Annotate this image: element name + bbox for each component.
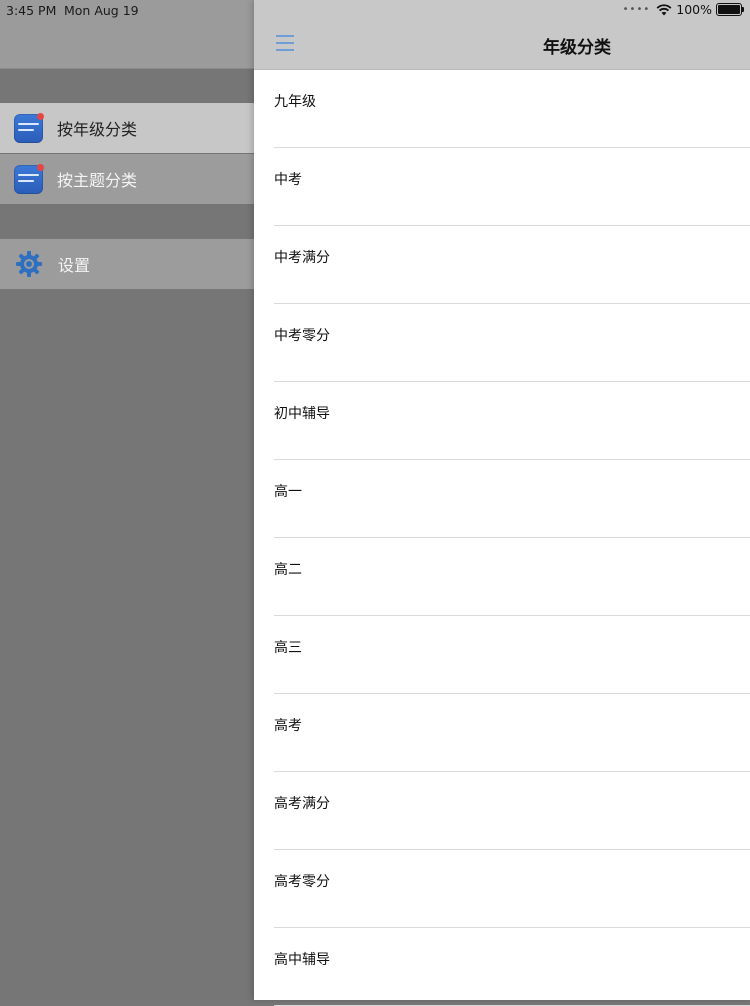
drawer-item-by-grade[interactable]: 按年级分类	[0, 103, 254, 153]
battery-percent: 100%	[676, 2, 712, 17]
list-item[interactable]: 高一	[274, 460, 750, 538]
drawer-header-divider	[0, 68, 254, 69]
drawer-item-by-topic[interactable]: 按主题分类	[0, 154, 254, 204]
list-item-label: 初中辅导	[274, 406, 330, 422]
battery-icon	[716, 3, 744, 16]
list-item[interactable]: 中考满分	[274, 226, 750, 304]
list-item-label: 高三	[274, 640, 302, 656]
list-item[interactable]: 高考满分	[274, 772, 750, 850]
list-item-label: 高二	[274, 562, 302, 578]
list-item-label: 中考	[274, 172, 302, 188]
list-item-label: 中考零分	[274, 328, 330, 344]
navigation-bar: •••• 100% 年级分类	[254, 0, 750, 70]
list-item[interactable]: 高中辅导	[274, 928, 750, 1006]
wifi-icon	[656, 3, 672, 15]
drawer-item-settings[interactable]: 设置	[0, 239, 254, 289]
book-app-icon	[14, 163, 44, 194]
drawer-item-label: 按年级分类	[57, 120, 138, 139]
book-app-icon	[14, 112, 44, 143]
list-item-label: 九年级	[274, 94, 316, 110]
list-item[interactable]: 中考	[274, 148, 750, 226]
list-item[interactable]: 九年级	[274, 70, 750, 148]
list-item-label: 高一	[274, 484, 302, 500]
list-item-label: 高中辅导	[274, 952, 330, 968]
list-item[interactable]: 高考零分	[274, 850, 750, 928]
status-date: Mon Aug 19	[64, 3, 139, 18]
list-item-label: 中考满分	[274, 250, 330, 266]
gear-icon	[16, 251, 42, 277]
main-panel: •••• 100% 年级分类 九年级 中考 中考满分 中考零分 初中辅导 高一 …	[254, 0, 750, 1006]
list-item[interactable]: 初中辅导	[274, 382, 750, 460]
drawer-header: 3:45 PM Mon Aug 19	[0, 0, 254, 69]
side-drawer: 3:45 PM Mon Aug 19 按年级分类 按主题分类 设置	[0, 0, 254, 1000]
list-item[interactable]: 中考零分	[274, 304, 750, 382]
list-item-label: 高考满分	[274, 796, 330, 812]
list-item-label: 高考零分	[274, 874, 330, 890]
status-bar-right: •••• 100%	[622, 2, 744, 17]
drawer-item-label: 设置	[58, 256, 91, 275]
list-item[interactable]: 高三	[274, 616, 750, 694]
signal-dots-icon: ••••	[622, 4, 651, 15]
drawer-item-label: 按主题分类	[57, 171, 138, 190]
list-item[interactable]: 高二	[274, 538, 750, 616]
page-title: 年级分类	[543, 38, 611, 58]
list-item[interactable]: 高考	[274, 694, 750, 772]
grade-list: 九年级 中考 中考满分 中考零分 初中辅导 高一 高二 高三 高考 高考满分 高…	[254, 70, 750, 1006]
status-time: 3:45 PM	[6, 3, 57, 18]
list-item-label: 高考	[274, 718, 302, 734]
